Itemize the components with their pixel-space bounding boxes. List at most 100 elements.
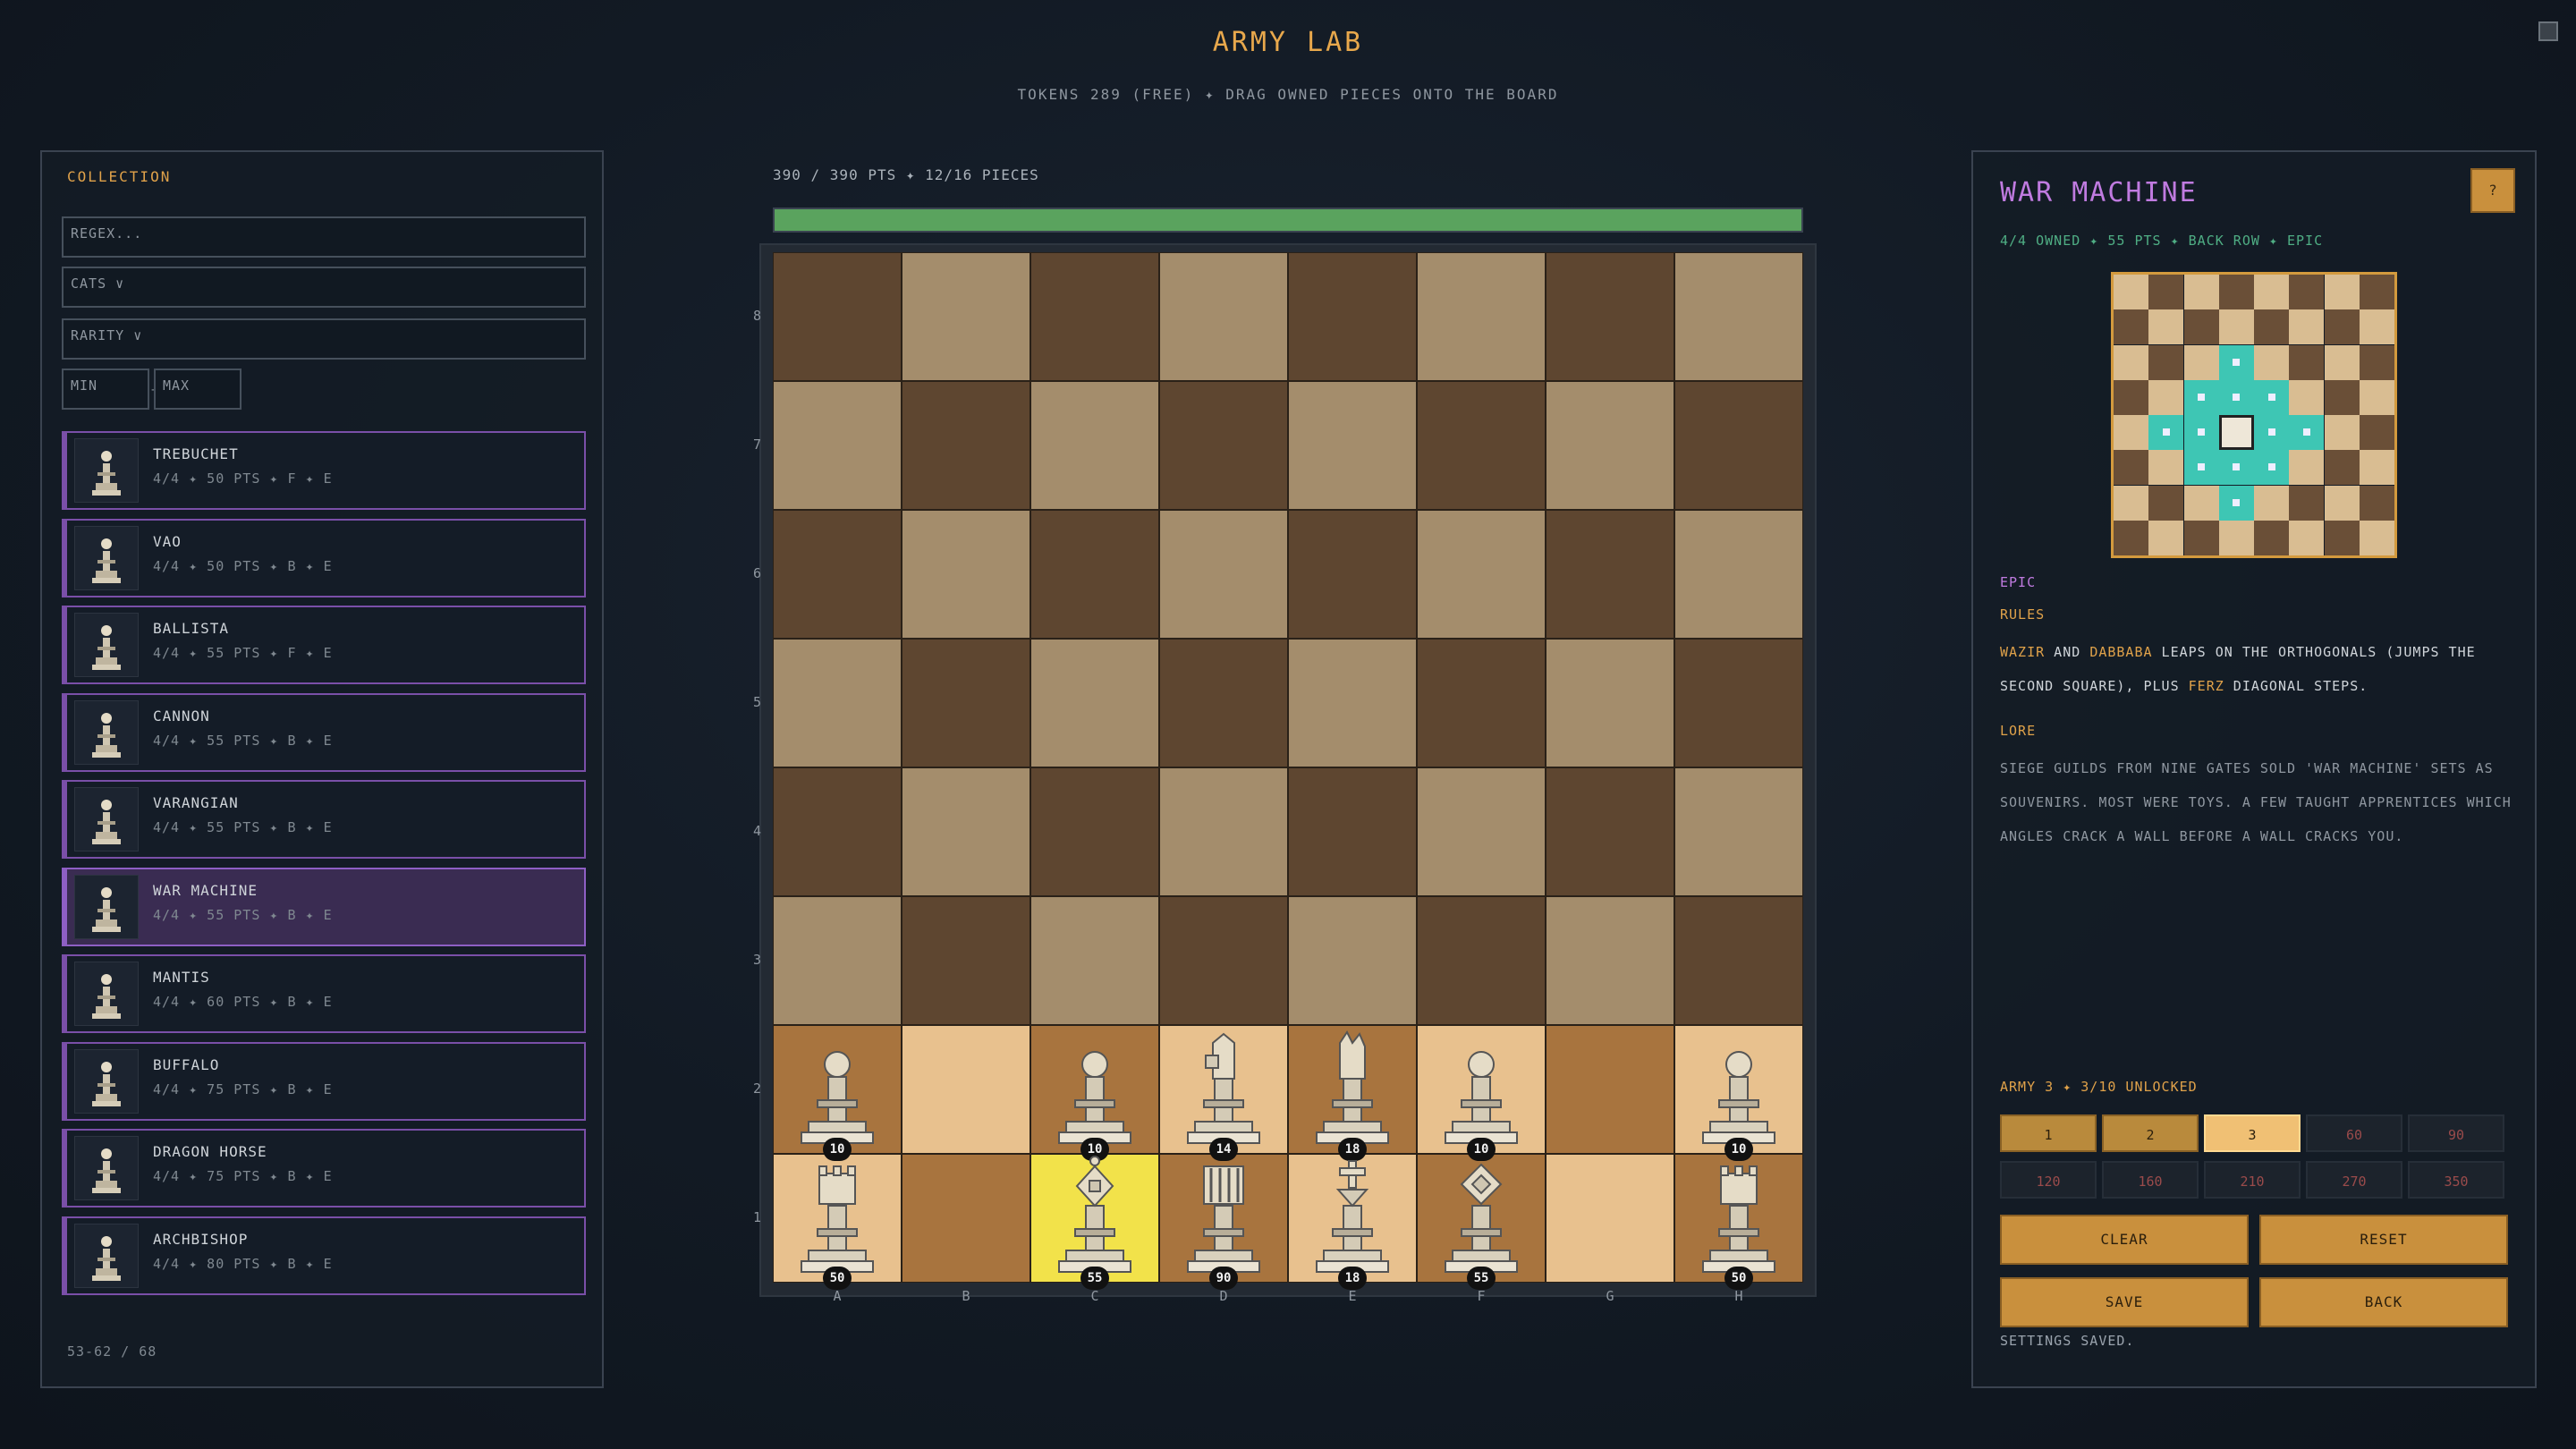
piece-card[interactable]: VAO 4/4 ✦ 50 PTS ✦ B ✦ E <box>62 518 586 597</box>
piece-card[interactable]: DRAGON HORSE 4/4 ✦ 75 PTS ✦ B ✦ E <box>62 1129 586 1208</box>
board-square-d5[interactable] <box>1159 639 1288 767</box>
board-square-b8[interactable] <box>902 252 1030 381</box>
board-square-d7[interactable] <box>1159 381 1288 510</box>
piece-card[interactable]: CANNON 4/4 ✦ 55 PTS ✦ B ✦ E <box>62 692 586 772</box>
move-grid-cell <box>2289 309 2325 345</box>
board-piece-pawn[interactable]: 10 <box>773 1025 902 1161</box>
board-square-g7[interactable] <box>1546 381 1674 510</box>
board-square-c3[interactable] <box>1030 896 1159 1025</box>
board-square-d4[interactable] <box>1159 767 1288 896</box>
board-square-b3[interactable] <box>902 896 1030 1025</box>
army-slot-60[interactable]: 60 <box>2306 1114 2402 1152</box>
board-piece-rook-bent[interactable]: 14 <box>1159 1025 1288 1161</box>
piece-card[interactable]: TREBUCHET 4/4 ✦ 50 PTS ✦ F ✦ E <box>62 431 586 510</box>
board-square-f8[interactable] <box>1417 252 1546 381</box>
board-square-g6[interactable] <box>1546 510 1674 639</box>
board-square-g5[interactable] <box>1546 639 1674 767</box>
board-square-f7[interactable] <box>1417 381 1546 510</box>
board-square-h7[interactable] <box>1674 381 1803 510</box>
board-piece-hand[interactable]: 18 <box>1288 1025 1417 1161</box>
army-slot-2[interactable]: 2 <box>2102 1114 2199 1152</box>
board-square-e8[interactable] <box>1288 252 1417 381</box>
board-square-e4[interactable] <box>1288 767 1417 896</box>
board-square-h5[interactable] <box>1674 639 1803 767</box>
board-square-c6[interactable] <box>1030 510 1159 639</box>
save-button[interactable]: SAVE <box>2000 1277 2249 1327</box>
rarity-filter-dropdown[interactable]: RARITY ∨ <box>62 318 586 360</box>
board-square-c8[interactable] <box>1030 252 1159 381</box>
piece-card[interactable]: BALLISTA 4/4 ✦ 55 PTS ✦ F ✦ E <box>62 606 586 684</box>
board-square-b1[interactable] <box>902 1154 1030 1283</box>
board-square-f5[interactable] <box>1417 639 1546 767</box>
board-square-g4[interactable] <box>1546 767 1674 896</box>
board-square-h8[interactable] <box>1674 252 1803 381</box>
board-piece-king-cross[interactable]: 18 <box>1288 1154 1417 1290</box>
board-square-b2[interactable] <box>902 1025 1030 1154</box>
window-menu-button[interactable] <box>2538 21 2558 41</box>
board-square-h4[interactable] <box>1674 767 1803 896</box>
board-square-a3[interactable] <box>773 896 902 1025</box>
reset-button[interactable]: RESET <box>2259 1215 2508 1265</box>
regex-search-input[interactable]: REGEX... <box>62 216 586 258</box>
army-slot-90[interactable]: 90 <box>2408 1114 2504 1152</box>
board-square-g1[interactable] <box>1546 1154 1674 1283</box>
board-square-c7[interactable] <box>1030 381 1159 510</box>
board-square-e6[interactable] <box>1288 510 1417 639</box>
board-square-c4[interactable] <box>1030 767 1159 896</box>
board-square-e5[interactable] <box>1288 639 1417 767</box>
board-square-e3[interactable] <box>1288 896 1417 1025</box>
board-square-c5[interactable] <box>1030 639 1159 767</box>
cats-filter-dropdown[interactable]: CATS ∨ <box>62 267 586 308</box>
board-piece-pawn[interactable]: 10 <box>1030 1025 1159 1161</box>
board-square-a5[interactable] <box>773 639 902 767</box>
back-button[interactable]: BACK <box>2259 1277 2508 1327</box>
min-points-input[interactable]: MIN <box>62 369 149 410</box>
board-square-d6[interactable] <box>1159 510 1288 639</box>
move-grid-target <box>2183 450 2219 486</box>
move-grid-cell <box>2324 379 2360 415</box>
army-slot-1[interactable]: 1 <box>2000 1114 2097 1152</box>
board-square-a4[interactable] <box>773 767 902 896</box>
piece-card[interactable]: ARCHBISHOP 4/4 ✦ 80 PTS ✦ B ✦ E <box>62 1216 586 1295</box>
board-square-a8[interactable] <box>773 252 902 381</box>
help-button[interactable]: ? <box>2470 168 2515 213</box>
board-square-d8[interactable] <box>1159 252 1288 381</box>
piece-card[interactable]: WAR MACHINE 4/4 ✦ 55 PTS ✦ B ✦ E <box>62 867 586 946</box>
board-square-b6[interactable] <box>902 510 1030 639</box>
clear-button[interactable]: CLEAR <box>2000 1215 2249 1265</box>
board-piece-diamond[interactable]: 55 <box>1417 1154 1546 1290</box>
max-points-input[interactable]: MAX <box>154 369 242 410</box>
army-slot-270[interactable]: 270 <box>2306 1161 2402 1199</box>
chess-board[interactable]: 10 10 14 18 10 10 50 55 90 18 55 50 <box>773 252 1803 1290</box>
board-piece-rook[interactable]: 50 <box>1674 1154 1803 1290</box>
board-square-b5[interactable] <box>902 639 1030 767</box>
army-slot-3[interactable]: 3 <box>2204 1114 2301 1152</box>
piece-card[interactable]: MANTIS 4/4 ✦ 60 PTS ✦ B ✦ E <box>62 954 586 1033</box>
board-piece-pawn[interactable]: 10 <box>1674 1025 1803 1161</box>
board-square-b7[interactable] <box>902 381 1030 510</box>
board-piece-war-machine[interactable]: 55 <box>1030 1154 1159 1290</box>
piece-card[interactable]: VARANGIAN 4/4 ✦ 55 PTS ✦ B ✦ E <box>62 780 586 859</box>
board-square-g2[interactable] <box>1546 1025 1674 1154</box>
board-piece-crown-rook[interactable]: 90 <box>1159 1154 1288 1290</box>
board-piece-pawn[interactable]: 10 <box>1417 1025 1546 1161</box>
board-square-h6[interactable] <box>1674 510 1803 639</box>
board-square-d3[interactable] <box>1159 896 1288 1025</box>
army-slot-160[interactable]: 160 <box>2102 1161 2199 1199</box>
army-slot-350[interactable]: 350 <box>2408 1161 2504 1199</box>
board-square-g3[interactable] <box>1546 896 1674 1025</box>
board-piece-rook[interactable]: 50 <box>773 1154 902 1290</box>
board-square-f6[interactable] <box>1417 510 1546 639</box>
board-square-h3[interactable] <box>1674 896 1803 1025</box>
board-square-a7[interactable] <box>773 381 902 510</box>
army-slot-120[interactable]: 120 <box>2000 1161 2097 1199</box>
army-slot-210[interactable]: 210 <box>2204 1161 2301 1199</box>
move-grid-cell <box>2289 275 2325 309</box>
board-square-b4[interactable] <box>902 767 1030 896</box>
piece-card[interactable]: BUFFALO 4/4 ✦ 75 PTS ✦ B ✦ E <box>62 1041 586 1121</box>
board-square-e7[interactable] <box>1288 381 1417 510</box>
board-square-f4[interactable] <box>1417 767 1546 896</box>
board-square-a6[interactable] <box>773 510 902 639</box>
board-square-f3[interactable] <box>1417 896 1546 1025</box>
board-square-g8[interactable] <box>1546 252 1674 381</box>
